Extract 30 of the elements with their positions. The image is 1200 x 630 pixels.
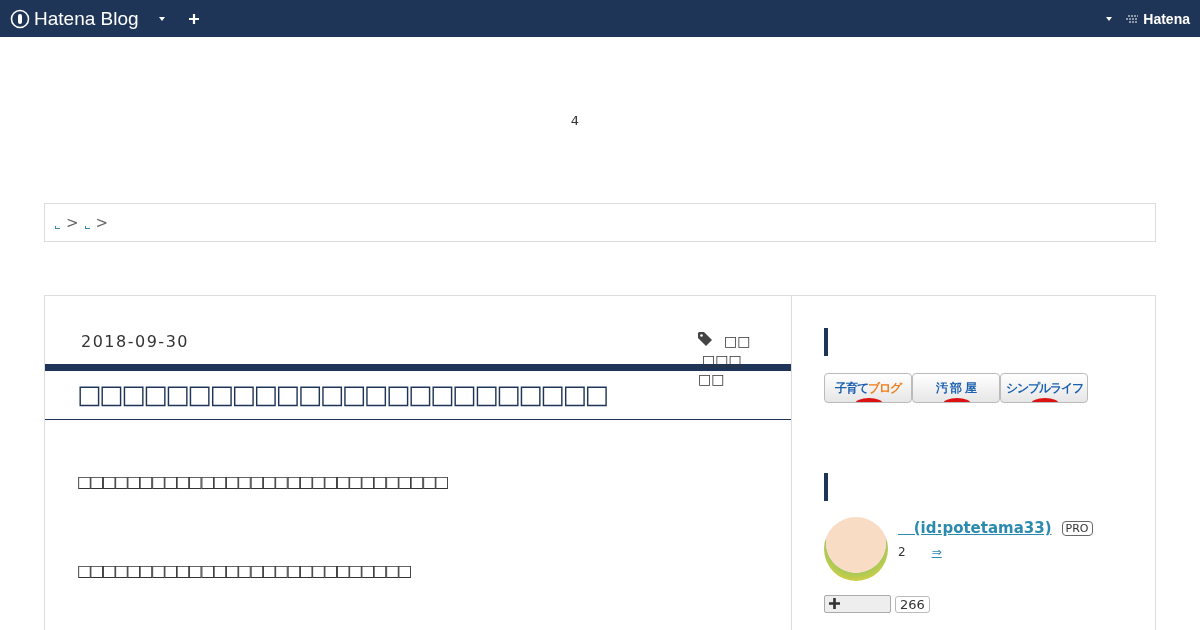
logo-text: Hatena Blog (34, 7, 139, 30)
pro-badge: PRO (1061, 520, 1093, 536)
ad-text: 4 (570, 112, 580, 128)
breadcrumb-separator: > (66, 213, 79, 232)
breadcrumb-link[interactable] (84, 226, 90, 229)
breadcrumb-link[interactable] (55, 226, 60, 229)
caret-icon[interactable] (158, 16, 165, 21)
logo-icon (1126, 13, 1141, 24)
body-paragraph: □□□□□□□□□□□□□□□□□□□□□□□□□□□ (76, 561, 412, 580)
profile-name-link[interactable]: (id:potetama33) (898, 519, 1052, 537)
more-link[interactable]: ⇒ (931, 545, 942, 559)
logo-text: Hatena (1143, 10, 1190, 27)
section-heading-bar (824, 328, 828, 356)
follower-count: 266 (895, 595, 930, 613)
caret-icon[interactable] (1106, 16, 1113, 21)
category-tag[interactable]: □□□ (698, 351, 748, 370)
hatena-logo[interactable]: Hatena (1126, 10, 1190, 27)
category-tag[interactable]: □□ (698, 332, 748, 351)
add-icon (829, 598, 840, 609)
tag-icon (698, 332, 712, 346)
breadcrumb-separator: > (95, 213, 109, 232)
follow-button[interactable] (824, 595, 891, 613)
blog-logo[interactable]: Hatena Blog (10, 7, 139, 30)
add-icon[interactable] (188, 13, 199, 24)
section-heading-bar (824, 473, 828, 501)
logo-icon (10, 8, 30, 29)
body-paragraph: □□□□□□□□□□□□□□□□□□□□□□□□□□□□□□ (76, 472, 449, 491)
category-tag[interactable]: □□ (698, 370, 748, 389)
entry-date: 2018-09-30 (81, 332, 189, 353)
entry-count: 2 (898, 545, 906, 559)
